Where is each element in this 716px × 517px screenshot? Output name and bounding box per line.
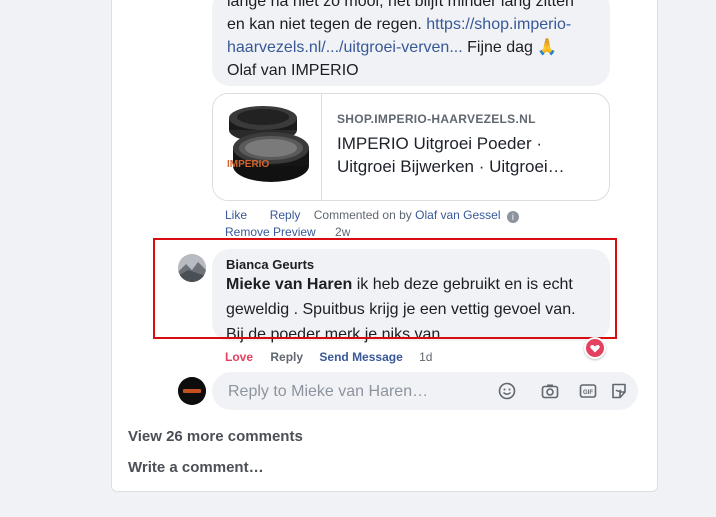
powder-compact-image: IMPERIO <box>227 106 309 182</box>
remove-preview-button[interactable]: Remove Preview <box>225 225 316 239</box>
heart-icon <box>586 339 604 357</box>
preview-title-line: Uitgroei Bijwerken · Uitgroei… <box>337 157 565 176</box>
imperio-logo-icon <box>178 377 206 405</box>
product-logo-text: IMPERIO <box>227 159 269 170</box>
love-button[interactable]: Love <box>225 350 253 364</box>
reply-input[interactable] <box>226 381 490 403</box>
comment-actions-olaf-row2: Remove Preview 2w <box>225 225 350 239</box>
reply-button[interactable]: Reply <box>270 350 303 364</box>
reply-button[interactable]: Reply <box>270 208 301 222</box>
comment-text: lange na niet zo mooi, het blijft minder… <box>227 0 597 82</box>
sticker-icon[interactable] <box>609 381 629 401</box>
preview-title: IMPERIO Uitgroei Poeder · Uitgroei Bijwe… <box>337 132 599 178</box>
comment-line-1: lange na niet zo mooi, het blijft minder… <box>227 0 597 13</box>
send-message-button[interactable]: Send Message <box>319 350 402 364</box>
preview-domain: SHOP.IMPERIO-HAARVEZELS.NL <box>337 112 536 126</box>
product-link[interactable]: https://shop.imperio- <box>426 16 571 33</box>
emoji-icon[interactable] <box>497 381 517 401</box>
link-preview-card[interactable]: IMPERIO SHOP.IMPERIO-HAARVEZELS.NL IMPER… <box>212 93 610 201</box>
view-more-comments-link[interactable]: View 26 more comments <box>128 428 303 445</box>
comment-actions-olaf: Like Reply Commented on by Olaf van Gess… <box>225 208 519 223</box>
commenter-name[interactable]: Olaf van Gessel <box>415 208 500 222</box>
comment-bubble-olaf: lange na niet zo mooi, het blijft minder… <box>212 0 610 86</box>
comment-actions-bianca: Love Reply Send Message 1d <box>225 350 432 364</box>
commented-on-label: Commented on by <box>313 208 412 222</box>
highlight-box <box>153 238 617 339</box>
comment-text-segment: Fijne dag 🙏 <box>462 39 558 56</box>
product-thumbnail: IMPERIO <box>213 94 322 200</box>
comment-time: 1d <box>419 350 433 364</box>
comment-line-3: haarvezels.nl/.../uitgroei-verven... Fij… <box>227 36 597 59</box>
preview-meta: SHOP.IMPERIO-HAARVEZELS.NL IMPERIO Uitgr… <box>337 112 599 178</box>
write-comment-prompt[interactable]: Write a comment… <box>128 459 264 476</box>
svg-text:GIF: GIF <box>583 390 593 396</box>
product-link-cont[interactable]: haarvezels.nl/.../uitgroei-verven... <box>227 39 463 56</box>
like-button[interactable]: Like <box>225 208 247 222</box>
comment-line-2: en kan niet tegen de regen. https://shop… <box>227 13 597 36</box>
reply-composer: GIF <box>212 372 638 410</box>
preview-title-line: IMPERIO Uitgroei Poeder · <box>337 134 543 153</box>
info-icon[interactable]: i <box>506 211 519 223</box>
camera-icon[interactable] <box>540 381 560 401</box>
comment-text-segment: en kan niet tegen de regen. <box>227 16 427 33</box>
comment-text-segment: Olaf van IMPERIO <box>227 62 359 79</box>
love-reaction-badge[interactable] <box>584 337 606 359</box>
comment-text-segment: lange na niet zo mooi, het blijft minder… <box>227 0 574 10</box>
avatar-current-user[interactable] <box>178 377 206 405</box>
gif-icon[interactable]: GIF <box>578 381 598 401</box>
comment-time: 2w <box>335 225 351 239</box>
comment-signature: Olaf van IMPERIO <box>227 59 597 82</box>
